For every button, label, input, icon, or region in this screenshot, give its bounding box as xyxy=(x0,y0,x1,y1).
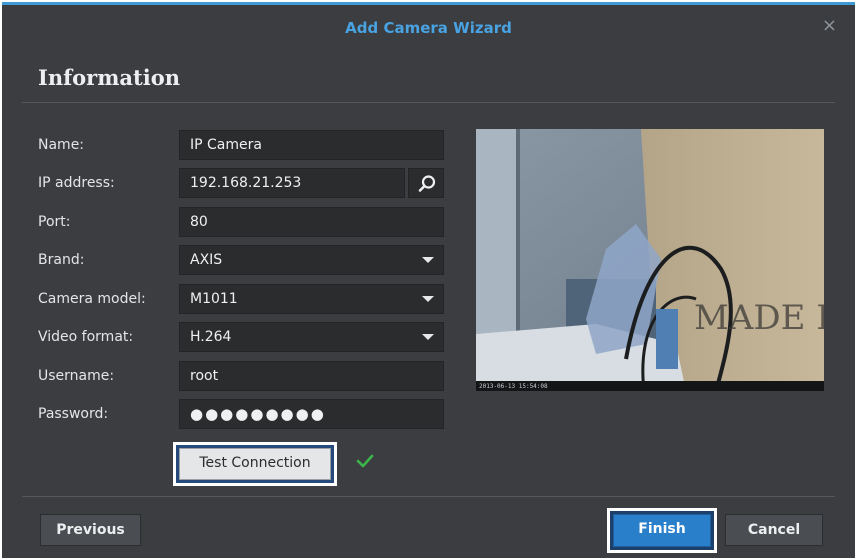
dialog-title: Add Camera Wizard xyxy=(345,19,512,37)
brand-value: AXIS xyxy=(190,252,223,268)
search-icon xyxy=(418,175,436,192)
test-connection-highlight: Test Connection xyxy=(173,442,337,486)
camera-preview: MADE IN 2013-06-13 15:54:08 xyxy=(476,129,824,391)
footer-divider xyxy=(22,496,835,497)
brand-select[interactable]: AXIS xyxy=(179,245,444,275)
name-input[interactable]: IP Camera xyxy=(179,130,444,160)
cancel-button[interactable]: Cancel xyxy=(725,514,823,546)
camera-model-select[interactable]: M1011 xyxy=(179,284,444,314)
port-label: Port: xyxy=(38,214,71,230)
ip-address-input[interactable]: 192.168.21.253 xyxy=(179,168,405,198)
username-input[interactable]: root xyxy=(179,361,444,391)
camera-model-value: M1011 xyxy=(190,291,238,307)
chevron-down-icon xyxy=(422,257,434,263)
name-label: Name: xyxy=(38,137,85,153)
camera-snapshot-image: MADE IN xyxy=(476,129,824,391)
test-connection-button[interactable]: Test Connection xyxy=(179,448,331,480)
preview-timestamp: 2013-06-13 15:54:08 xyxy=(479,383,548,390)
finish-highlight: Finish xyxy=(607,508,717,553)
previous-button[interactable]: Previous xyxy=(40,514,141,546)
brand-label: Brand: xyxy=(38,252,85,268)
password-label: Password: xyxy=(38,406,109,422)
chevron-down-icon xyxy=(422,296,434,302)
checkmark-icon xyxy=(356,454,374,468)
video-format-value: H.264 xyxy=(190,329,232,345)
close-icon[interactable]: × xyxy=(822,17,837,35)
video-format-label: Video format: xyxy=(38,329,134,345)
section-title: Information xyxy=(38,65,180,90)
video-format-select[interactable]: H.264 xyxy=(179,322,444,352)
camera-model-label: Camera model: xyxy=(38,291,146,307)
port-input[interactable]: 80 xyxy=(179,207,444,237)
search-button[interactable] xyxy=(408,168,444,198)
header-divider xyxy=(22,102,835,103)
title-bar: Add Camera Wizard × xyxy=(2,5,855,53)
add-camera-dialog: Add Camera Wizard × Information Name: IP… xyxy=(2,2,855,558)
finish-button[interactable]: Finish xyxy=(613,514,711,547)
svg-text:MADE IN: MADE IN xyxy=(694,298,824,338)
chevron-down-icon xyxy=(422,334,434,340)
ip-address-label: IP address: xyxy=(38,175,115,191)
username-label: Username: xyxy=(38,368,115,384)
password-input[interactable]: ●●●●●●●●● xyxy=(179,399,444,429)
